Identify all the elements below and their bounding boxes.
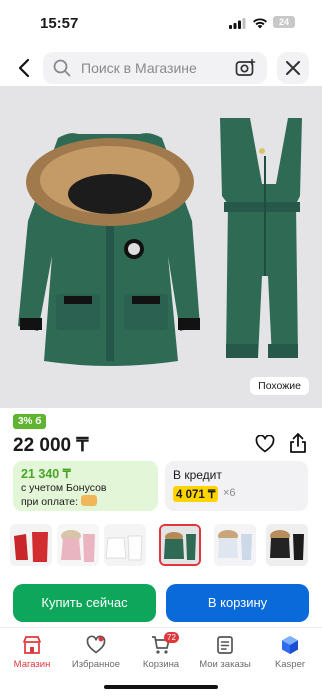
signal-icon (229, 18, 246, 29)
variant-thumb-white[interactable] (104, 524, 146, 566)
heart-icon (86, 635, 106, 654)
buy-now-button[interactable]: Купить сейчас (13, 584, 156, 622)
search-icon (53, 59, 71, 77)
orders-icon (217, 636, 233, 654)
bonus-card[interactable]: 21 340 ₸ с учетом Бонусов при оплате: (13, 461, 158, 511)
credit-title: В кредит (173, 468, 222, 482)
status-time: 15:57 (40, 15, 79, 32)
home-indicator (104, 685, 218, 689)
search-input[interactable]: Поиск в Магазине (43, 52, 267, 84)
credit-multiplier: ×6 (223, 487, 236, 499)
tab-store-label: Магазин (13, 659, 51, 670)
variant-thumb-red[interactable] (10, 524, 52, 566)
jacket-illustration (18, 133, 200, 366)
product-illustration (18, 118, 302, 366)
credit-card[interactable]: В кредит 4 071 ₸ ×6 (165, 461, 308, 511)
bonus-line1: с учетом Бонусов (21, 482, 107, 494)
product-price: 22 000 ₸ (13, 435, 89, 456)
kasper-icon (282, 636, 298, 654)
tab-store[interactable]: Магазин (0, 628, 64, 674)
search-row: Поиск в Магазине (0, 50, 322, 86)
overalls-illustration (220, 118, 302, 358)
close-icon (286, 61, 300, 75)
share-icon[interactable] (288, 432, 308, 454)
variant-thumb-green[interactable] (159, 524, 201, 566)
bonus-line2: при оплате: (21, 496, 79, 508)
similar-button[interactable]: Похожие (250, 377, 309, 395)
variant-thumb-light[interactable] (214, 524, 256, 566)
back-arrow-icon[interactable] (14, 56, 36, 80)
store-icon (23, 636, 41, 654)
variant-thumbnails (0, 524, 322, 570)
favorite-heart-icon[interactable] (255, 435, 275, 453)
credit-amount: 4 071 ₸ (173, 486, 219, 502)
camera-search-icon[interactable] (235, 58, 257, 78)
wifi-icon (253, 18, 267, 29)
close-button[interactable] (277, 52, 309, 84)
discount-badge: 3% б (13, 414, 47, 429)
tab-orders-label: Мои заказы (199, 659, 251, 670)
battery-indicator: 24 (273, 16, 295, 28)
tab-kasper[interactable]: Kasper (258, 628, 322, 674)
cart-badge: 72 (164, 632, 179, 643)
tab-favorites-label: Избранное (71, 659, 121, 670)
tab-cart-label: Корзина (142, 659, 180, 670)
status-bar: 15:57 24 (0, 0, 322, 44)
search-placeholder: Поиск в Магазине (81, 60, 197, 76)
tab-kasper-label: Kasper (274, 659, 306, 670)
tab-orders[interactable]: Мои заказы (193, 628, 257, 674)
variant-thumb-black[interactable] (266, 524, 308, 566)
bonus-price: 21 340 ₸ (21, 467, 71, 481)
bonus-coin-icon (81, 495, 97, 506)
tab-favorites[interactable]: Избранное (64, 628, 128, 674)
product-image[interactable]: Похожие (0, 86, 322, 408)
bottom-tab-bar: Магазин Избранное 72 Корзина Мои заказы … (0, 627, 322, 673)
variant-thumb-pink[interactable] (57, 524, 99, 566)
add-to-cart-button[interactable]: В корзину (166, 584, 309, 622)
tab-cart[interactable]: 72 Корзина (129, 628, 193, 674)
